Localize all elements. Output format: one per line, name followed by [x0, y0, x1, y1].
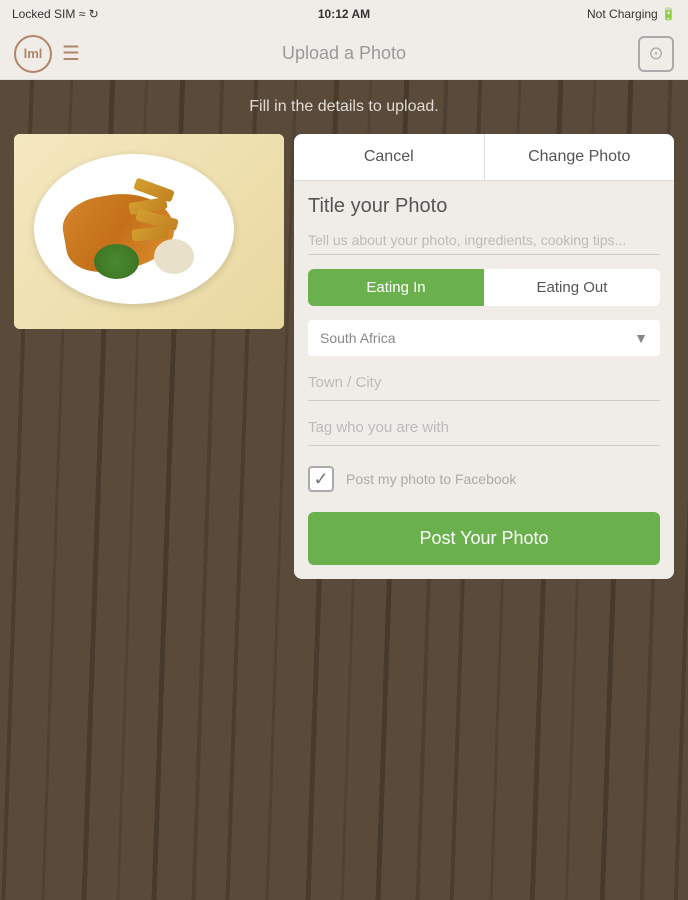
chips: [124, 184, 204, 244]
content-area: Fill in the details to upload.: [0, 80, 688, 900]
facebook-label: Post my photo to Facebook: [346, 471, 516, 487]
cancel-button[interactable]: Cancel: [294, 134, 485, 180]
chevron-down-icon: ▼: [634, 330, 648, 346]
nav-bar: lml ☰ Upload a Photo ⊙: [0, 28, 688, 80]
town-input[interactable]: [308, 374, 660, 391]
greens: [94, 244, 139, 279]
camera-glyph: ⊙: [648, 43, 663, 64]
top-buttons: Cancel Change Photo: [294, 134, 674, 181]
status-locked-sim: Locked SIM ≈ ↻: [12, 7, 99, 21]
status-left: Locked SIM ≈ ↻: [12, 7, 99, 21]
post-photo-button[interactable]: Post Your Photo: [308, 512, 660, 565]
form-body: Title your Photo Eating In Eating Out So…: [294, 181, 674, 579]
eating-toggle: Eating In Eating Out: [308, 269, 660, 306]
logo[interactable]: lml: [14, 35, 52, 73]
facebook-row: ✓ Post my photo to Facebook: [308, 456, 660, 502]
form-card: Cancel Change Photo Title your Photo Eat…: [294, 134, 674, 579]
nav-title: Upload a Photo: [282, 43, 406, 64]
food-photo: [14, 134, 284, 329]
eating-in-button[interactable]: Eating In: [308, 269, 484, 306]
main-row: Cancel Change Photo Title your Photo Eat…: [0, 126, 688, 579]
checkmark-icon: ✓: [313, 469, 328, 490]
status-time: 10:12 AM: [318, 7, 370, 21]
chip-4: [132, 226, 169, 241]
eating-out-button[interactable]: Eating Out: [484, 269, 660, 306]
plate: [34, 154, 234, 304]
subtitle-text: Fill in the details to upload.: [0, 80, 688, 126]
dip-sauce: [154, 239, 194, 274]
town-field-row: [308, 366, 660, 401]
battery-status: Not Charging 🔋: [587, 7, 676, 21]
status-right: Not Charging 🔋: [587, 7, 676, 21]
photo-preview: [14, 134, 284, 329]
nav-left: lml ☰: [14, 35, 80, 73]
country-dropdown[interactable]: South Africa ▼: [308, 320, 660, 356]
title-label: Title your Photo: [308, 195, 660, 218]
hamburger-icon[interactable]: ☰: [62, 41, 80, 66]
tag-field-row: [308, 411, 660, 446]
camera-icon[interactable]: ⊙: [638, 36, 674, 72]
facebook-checkbox[interactable]: ✓: [308, 466, 334, 492]
country-value: South Africa: [320, 330, 396, 346]
description-input[interactable]: [308, 226, 660, 255]
status-bar: Locked SIM ≈ ↻ 10:12 AM Not Charging 🔋: [0, 0, 688, 28]
tag-input[interactable]: [308, 419, 660, 436]
change-photo-button[interactable]: Change Photo: [485, 134, 675, 180]
